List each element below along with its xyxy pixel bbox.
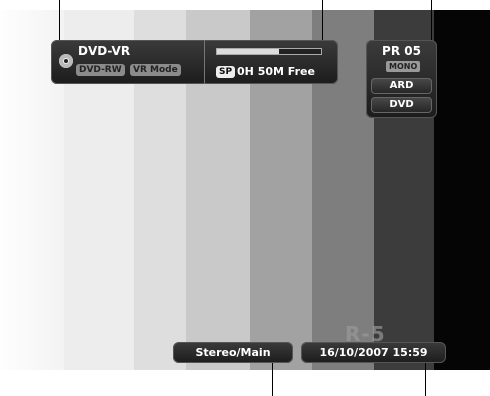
source-label: DVD <box>371 97 432 113</box>
record-mode-badge: SP <box>216 66 236 78</box>
disc-usage-bar <box>216 48 322 55</box>
disc-icon <box>59 54 73 68</box>
audio-mode-panel: Stereo/Main <box>173 342 293 363</box>
audio-mono-badge: MONO <box>386 61 421 72</box>
disc-usage-fill <box>217 49 280 54</box>
callout-line <box>431 0 432 44</box>
test-bar <box>434 10 490 370</box>
mode-badge: VR Mode <box>130 64 181 76</box>
free-space-text: 0H 50M Free <box>237 65 315 78</box>
callout-line <box>425 362 426 396</box>
callout-line <box>59 0 60 44</box>
program-number: PR 05 <box>382 44 421 58</box>
panel-divider <box>204 40 205 84</box>
station-name: ARD <box>371 78 432 94</box>
callout-line <box>272 362 273 396</box>
disc-type: DVD-VR <box>78 44 131 58</box>
disc-info-panel: DVD-VR DVD-RW VR Mode SP 0H 50M Free <box>51 40 338 84</box>
channel-watermark: R-5 <box>345 322 386 346</box>
media-badge: DVD-RW <box>76 64 125 76</box>
callout-line <box>322 0 323 44</box>
program-panel: PR 05 MONO ARD DVD <box>366 40 437 118</box>
